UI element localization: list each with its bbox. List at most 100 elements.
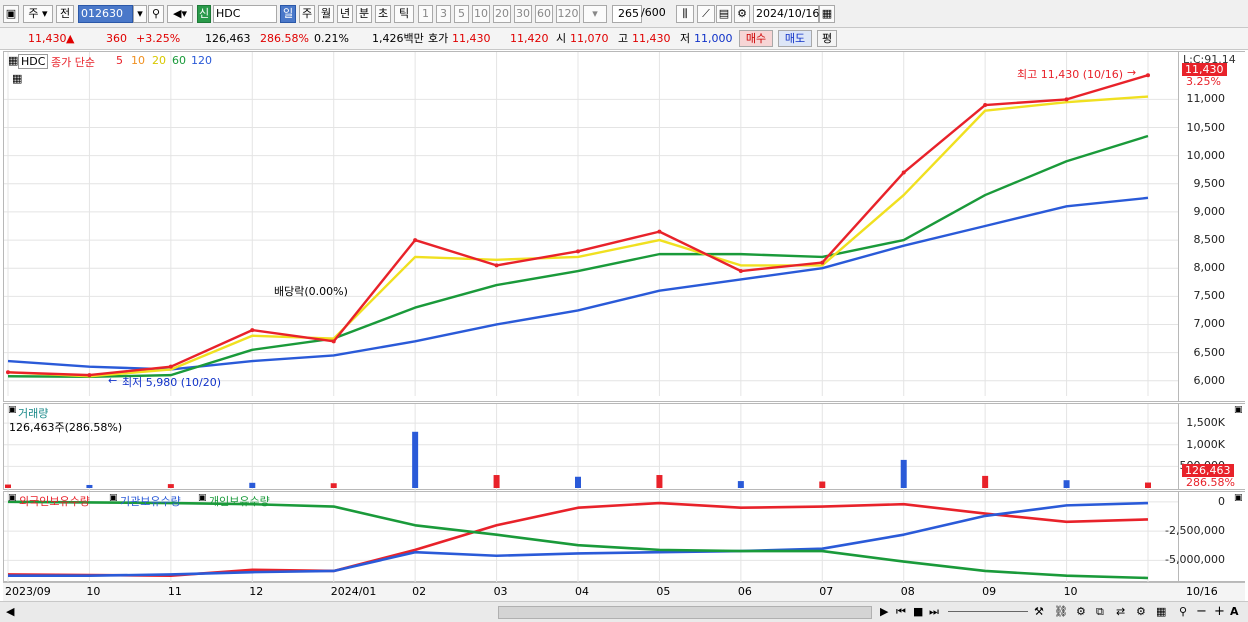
change-arrow: ▲ [66,32,75,45]
scroll-right-icon[interactable]: ▶ [880,605,888,618]
x-axis-label: 02 [412,585,427,598]
y-tick-label: 6,000 [1193,373,1226,387]
stock-name-field[interactable]: HDC [213,5,277,23]
current-price: 11,430 [28,32,67,45]
compare-icon[interactable]: ⇄ [1116,605,1125,618]
period-day[interactable]: 일 [280,5,296,23]
volume-panel[interactable]: ▣ 거래량 126,463주(286.58%) [3,403,1179,492]
trade-amount: 1,426백만 [372,32,424,45]
draw-line-icon[interactable]: ⟋ [697,5,715,23]
calendar-icon[interactable]: ▦ [819,5,835,23]
x-axis-label: 03 [493,585,508,598]
legend-individual: 개인보유수량 [209,495,270,508]
interval-30[interactable]: 30 [514,5,532,23]
zoom-out-icon[interactable]: − [1196,604,1207,619]
code-input[interactable]: 012630 [78,5,133,23]
change-percent: +3.25% [136,32,181,45]
legend-toggle-icon[interactable]: ▣ [198,493,207,503]
volume-bar [249,482,256,488]
price-point [87,373,92,378]
price-chart-panel[interactable]: ▦ HDC 종가 단순 5 10 20 60 120 ▦ 배당락(0.00%) … [3,51,1179,402]
symbol-label: HDC [18,54,49,69]
date-input[interactable]: 2024/10/16 [753,5,819,23]
candle-type-icon[interactable]: ⫼ [676,5,694,23]
legend-toggle-icon[interactable]: ▣ [109,493,118,503]
period-year[interactable]: 년 [337,5,353,23]
chart-menu-icon[interactable]: ▦ [8,54,18,67]
scroll-thumb[interactable] [498,606,872,619]
gear-icon[interactable]: ⚙ [734,5,750,23]
interval-10[interactable]: 10 [472,5,490,23]
x-axis-label: 06 [737,585,752,598]
collapse-icon[interactable]: ▣ [8,493,17,503]
zoom-slider[interactable] [948,611,1028,612]
volume-bar [737,481,744,488]
ma-60-legend: 60 [172,54,186,67]
gear-icon[interactable]: ⚙ [1136,605,1146,618]
y-tick-label: 11,000 [1186,92,1226,106]
period-minute[interactable]: 분 [356,5,372,23]
overlay-icon[interactable]: ⧉ [1096,605,1104,619]
speaker-icon[interactable]: ◀▾ [167,5,193,23]
price-point [413,238,418,243]
volume-bar [167,484,174,488]
volume-value: 126,463 [205,32,251,45]
interval-custom-dropdown[interactable]: ▾ [583,5,607,23]
grid-icon[interactable]: ▦ [1156,605,1166,618]
settings-icon[interactable]: ⚙ [1076,605,1086,618]
volume-chart [4,404,1178,492]
save-icon[interactable]: ▤ [716,5,732,23]
y-tick-label: -5,000,000 [1165,553,1225,567]
magnifier-icon[interactable]: ⚲ [1179,605,1187,618]
data-count-input[interactable]: 265 [612,5,642,23]
period-second[interactable]: 초 [375,5,391,23]
first-icon[interactable]: ⏮ [896,605,906,619]
period-month[interactable]: 월 [318,5,334,23]
y-tick-label: 9,000 [1193,204,1226,218]
market-select[interactable]: 주 ▾ [23,5,53,23]
volume-bar [1063,480,1070,488]
buy-button[interactable]: 매수 [739,30,773,47]
window-menu-icon[interactable]: ▣ [3,5,19,23]
price-point [820,260,825,265]
price-point [250,328,255,333]
scroll-left-icon[interactable]: ◀ [6,605,14,618]
link-icon[interactable]: ⛓ [1054,605,1068,618]
turnover-percent: 0.21% [314,32,349,45]
holdings-panel[interactable]: ▣ 외국인보유수량 ▣ 기관보유수량 ▣ 개인보유수량 [3,491,1179,582]
y-tick-label: 7,000 [1193,317,1226,331]
ma-legend-title: 종가 단순 [51,56,95,69]
y-tick-label: 10,500 [1186,120,1226,134]
interval-60[interactable]: 60 [535,5,553,23]
volume-bar [982,475,989,488]
panel-close-icon[interactable]: ▣ [1234,493,1243,503]
sell-button[interactable]: 매도 [778,30,812,47]
code-dropdown-icon[interactable]: ▾ [133,5,147,23]
period-week[interactable]: 주 [299,5,315,23]
zoom-in-icon[interactable]: + [1214,604,1225,619]
panel-close-icon[interactable]: ▣ [1234,405,1243,415]
tools-icon[interactable]: ⚒ [1034,605,1044,618]
y-tick-label: 1,500K [1186,416,1225,430]
stop-icon[interactable]: ■ [913,605,923,618]
period-tick[interactable]: 틱 [394,5,414,23]
interval-20[interactable]: 20 [493,5,511,23]
interval-120[interactable]: 120 [556,5,580,23]
collapse-icon[interactable]: ▣ [8,405,17,415]
prev-button[interactable]: 전 [56,5,74,23]
volume-bar [330,483,337,488]
grid-toggle-icon[interactable]: ▦ [12,72,22,85]
evaluate-button[interactable]: 평 [817,30,837,47]
interval-1[interactable]: 1 [418,5,433,23]
ask-price: 11,430 [452,32,491,45]
font-size-icon[interactable]: A [1230,605,1239,618]
bid-price: 11,420 [510,32,549,45]
volume-bar [900,459,907,488]
y-tick-label: 8,500 [1193,233,1226,247]
volume-bar [656,475,663,488]
interval-5[interactable]: 5 [454,5,469,23]
last-icon[interactable]: ⏭ [929,605,939,619]
search-icon[interactable]: ⚲ [148,5,164,23]
interval-3[interactable]: 3 [436,5,451,23]
change-value: 360 [106,32,127,45]
